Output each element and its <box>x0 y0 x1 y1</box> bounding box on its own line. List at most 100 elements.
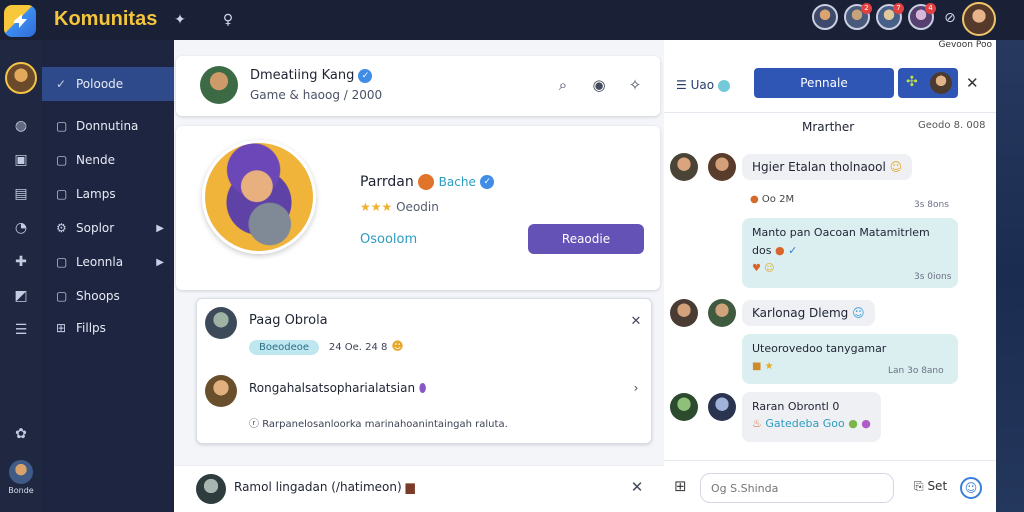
profile-link[interactable]: Osoolom <box>360 232 417 247</box>
message-time: 3s 0ions <box>914 272 952 282</box>
profile-hero-avatar[interactable] <box>202 140 316 254</box>
request-meta: 24 Oe. 24 8 <box>328 342 388 353</box>
divider <box>664 112 996 113</box>
image-icon[interactable]: ▣ <box>11 150 31 170</box>
menu-icon: ☰ <box>676 78 687 92</box>
gear-icon: ⚙ <box>56 221 67 235</box>
item-avatar[interactable] <box>205 375 237 407</box>
profile-rating-row: ★★★ Oeodin <box>360 200 439 214</box>
square-icon: ▢ <box>56 187 68 201</box>
bottom-avatar[interactable] <box>196 474 226 504</box>
request-avatar[interactable] <box>205 307 237 339</box>
flame-icon: ♨ <box>752 417 762 430</box>
square-icon: ▢ <box>56 255 68 269</box>
item-title-row: Rongahalsatsopharialatsian ⬮ <box>249 381 426 396</box>
gallery-icon[interactable]: ▤ <box>11 184 31 204</box>
chevron-right-icon: ▶ <box>156 256 164 268</box>
nav-item-home[interactable]: ✓ Poloode <box>42 67 174 101</box>
chat-group-button[interactable]: ✣ <box>898 68 958 98</box>
message-text: Uteorovedoo tanygamar <box>752 342 887 355</box>
settings-icon[interactable]: ⊘ <box>940 8 960 28</box>
message-meta: Gatedeba Goo <box>765 417 845 430</box>
compass-icon[interactable]: ◍ <box>11 116 31 136</box>
app-logo[interactable] <box>4 5 36 37</box>
gift-icon: ■ <box>752 361 762 372</box>
puzzle-icon[interactable]: ✿ <box>11 424 31 444</box>
close-icon[interactable]: ✕ <box>625 311 647 333</box>
clock-icon[interactable]: ◔ <box>11 218 31 238</box>
nav-item-shops[interactable]: ▢ Shoops <box>42 279 174 313</box>
nav-label: Fillps <box>76 321 106 335</box>
profile-action-button[interactable]: Reaodie <box>528 224 644 254</box>
profile-name-row: Parrdan Bache ✓ <box>360 174 495 190</box>
grid-icon: ⊞ <box>56 321 67 335</box>
rail-avatar[interactable] <box>5 62 37 94</box>
verified-icon: ✓ <box>788 244 798 257</box>
top-bar: Komunitas ✦ ♀ 2 7 4 ⊘ <box>0 0 1024 40</box>
profile-rating-text: Oeodin <box>396 200 439 214</box>
lightbulb-icon[interactable]: ♀ <box>218 10 238 30</box>
smile-icon: ☺ <box>764 263 775 274</box>
search-icon[interactable]: ⌕ <box>552 74 574 96</box>
chat-message: Uteorovedoo tanygamar ■ ★ <box>742 334 958 384</box>
nav-item-events[interactable]: ▢ Leonnla ▶ <box>42 245 174 279</box>
pin-icon[interactable]: ✚ <box>11 252 31 272</box>
chevron-right-icon[interactable]: › <box>625 377 647 399</box>
chat-avatar[interactable] <box>708 393 736 421</box>
square-icon: ▢ <box>56 119 68 133</box>
chat-avatar[interactable] <box>708 153 736 181</box>
close-icon[interactable]: ✕ <box>966 74 979 92</box>
emoji-icon: ☺ <box>852 306 865 320</box>
panel-tab-label[interactable]: Gevoon Poo <box>938 40 992 50</box>
filter-row[interactable]: ☰ Uao <box>676 78 730 92</box>
request-chip[interactable]: Boeodeoe <box>249 340 320 355</box>
friend-avatar-4[interactable]: 4 <box>908 3 936 30</box>
record-icon[interactable]: ◉ <box>588 74 610 96</box>
chat-primary-button[interactable]: Pennale <box>754 68 894 98</box>
notification-badge: 2 <box>861 3 872 14</box>
chat-avatar[interactable] <box>708 299 736 327</box>
chat-avatar[interactable] <box>670 299 698 327</box>
emoji-picker-icon[interactable]: ☺ <box>960 477 982 499</box>
star-rating-icon: ★★★ <box>360 200 393 214</box>
nav-item-groups[interactable]: ▢ Lamps <box>42 177 174 211</box>
nav-label: Lamps <box>76 187 116 201</box>
chart-icon[interactable]: ◩ <box>11 286 31 306</box>
check-icon: ✓ <box>56 77 67 91</box>
bookmark-icon: ▆ <box>405 480 415 494</box>
message-input[interactable] <box>700 473 894 503</box>
potion-icon: ⬮ <box>418 381 427 395</box>
friend-avatar-3[interactable]: 7 <box>876 3 904 30</box>
item-title: Rongahalsatsopharialatsian <box>249 381 416 395</box>
nav-item-files[interactable]: ⊞ Fillps <box>42 311 174 345</box>
list-icon[interactable]: ☰ <box>11 320 31 340</box>
sparkle-icon[interactable]: ✦ <box>170 10 190 30</box>
pin-icon[interactable]: ✧ <box>624 74 646 96</box>
chat-avatar[interactable] <box>670 153 698 181</box>
group-avatar <box>930 72 952 94</box>
request-card: Paag Obrola ✕ Boeodeoe 24 Oe. 24 8 ☻ Ron… <box>196 298 652 444</box>
message-meta-row: ● Oo 2M <box>750 194 794 205</box>
chat-section-title: Mrarther <box>802 120 855 134</box>
post-author-avatar[interactable] <box>200 66 238 104</box>
user-avatar[interactable] <box>962 2 996 36</box>
profile-badge-text: Bache <box>438 175 476 189</box>
nav-label: Soplor <box>76 221 115 235</box>
nav-item-explore[interactable]: ⚙ Soplor ▶ <box>42 211 174 245</box>
nav-label: Shoops <box>76 289 120 303</box>
friend-avatar-2[interactable]: 2 <box>844 3 872 30</box>
grid-icon[interactable]: ⊞ <box>674 477 687 495</box>
nav-item-friends[interactable]: ▢ Nende <box>42 143 174 177</box>
close-icon[interactable]: ✕ <box>626 476 648 498</box>
bottom-title-row: Ramol lingadan (/hatimeon) ▆ <box>234 480 415 494</box>
friend-avatar-1[interactable] <box>812 4 838 30</box>
rail-user[interactable]: Bonde <box>8 460 34 498</box>
smile-icon: ☺ <box>889 160 903 174</box>
bottom-conversation-bar: Ramol lingadan (/hatimeon) ▆ ✕ <box>174 466 664 512</box>
chat-avatar[interactable] <box>670 393 698 421</box>
chat-message: Hgier Etalan tholnaool ☺ <box>742 154 913 180</box>
send-button[interactable]: ⎘ Set <box>914 479 947 494</box>
nav-item-community[interactable]: ▢ Donnutina <box>42 109 174 143</box>
send-label: Set <box>927 479 948 493</box>
emoji-icon: ● <box>848 417 858 430</box>
